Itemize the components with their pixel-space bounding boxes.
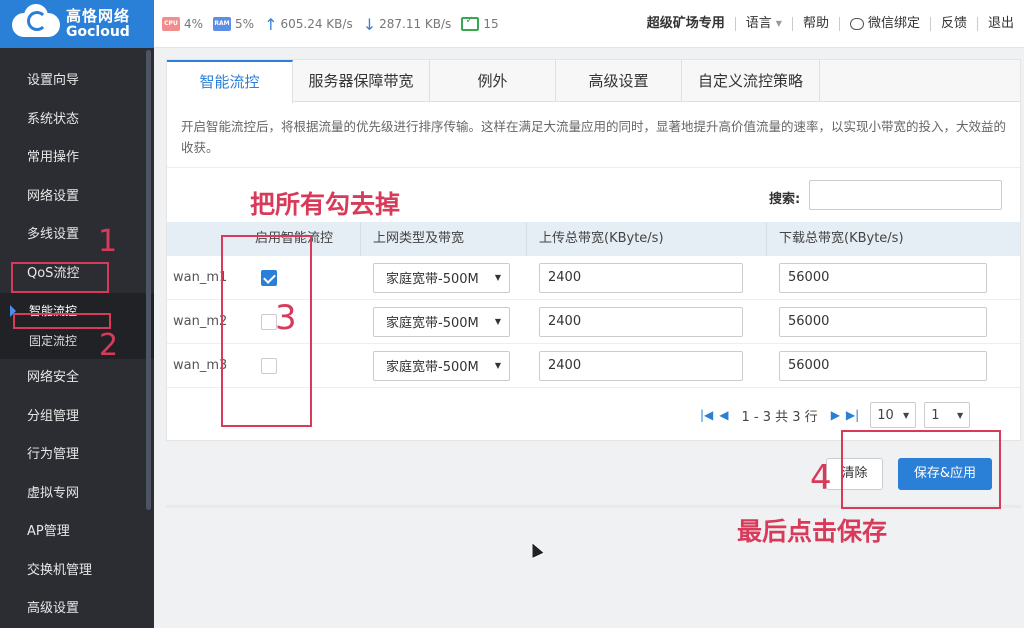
annotation-box-smart-qos	[13, 313, 111, 329]
online-devices-icon	[461, 15, 480, 31]
annotation-box-qos	[11, 262, 109, 293]
annotation-step-2: 2	[99, 328, 119, 363]
sidebar-item-system-status[interactable]: 系统状态	[0, 101, 154, 140]
page-number-value: 1	[931, 407, 940, 423]
sidebar-item-group-mgmt[interactable]: 分组管理	[0, 398, 154, 437]
dropdown-arrow-icon: ▼	[903, 410, 910, 420]
dropdown-arrow-icon: ▼	[494, 361, 501, 370]
help-link[interactable]: 帮助	[791, 17, 839, 31]
sidebar-item-multiline[interactable]: 多线设置	[0, 216, 154, 255]
tab-smart-qos[interactable]: 智能流控	[167, 60, 293, 103]
top-bar: 高恪网络 Gocloud CPU 4% RAM 5% ↑ 605.24 KB/s ↓ 2…	[0, 0, 1024, 48]
caret-down-icon: ▼	[775, 19, 782, 28]
download-bandwidth-input[interactable]: 56000	[779, 262, 987, 293]
online-devices-count: 15	[483, 17, 499, 31]
line-type-value: 家庭宽带-500M	[386, 316, 479, 331]
sidebar-item-network-settings[interactable]: 网络设置	[0, 178, 154, 217]
tab-server-bandwidth[interactable]: 服务器保障带宽	[293, 60, 430, 102]
feedback-link[interactable]: 反馈	[929, 17, 977, 31]
header-download: 下载总带宽(KByte/s)	[779, 231, 904, 246]
edition-label: 超级矿场专用	[646, 16, 725, 31]
prev-page-icon[interactable]: ◀	[719, 408, 728, 422]
dropdown-arrow-icon: ▼	[957, 410, 964, 420]
upload-bandwidth-input[interactable]: 2400	[539, 350, 743, 381]
wechat-label: 微信绑定	[867, 16, 920, 31]
search-input[interactable]	[809, 180, 1002, 210]
top-nav: 超级矿场专用 语言 ▼ 帮助 微信绑定 反馈 退出	[637, 0, 1024, 48]
tab-custom-policy[interactable]: 自定义流控策略	[682, 60, 820, 102]
dropdown-arrow-icon: ▼	[494, 317, 501, 326]
header-type: 上网类型及带宽	[361, 222, 527, 256]
ram-icon: RAM	[213, 17, 232, 31]
sidebar-item-setup-wizard[interactable]: 设置向导	[0, 62, 154, 101]
download-bandwidth-input[interactable]: 56000	[779, 306, 987, 337]
language-menu[interactable]: 语言 ▼	[734, 16, 792, 31]
pagination: |◀ ◀ 1 - 3 共 3 行 ▶ ▶| 10 ▼ 1 ▼	[697, 402, 971, 428]
ram-usage: 5%	[235, 17, 255, 31]
download-rate: 287.11 KB/s	[379, 17, 452, 31]
sidebar-item-ap-mgmt[interactable]: AP管理	[0, 513, 154, 552]
upload-rate: 605.24 KB/s	[280, 17, 353, 31]
search-label: 搜索:	[769, 192, 801, 207]
header-upload: 上传总带宽(KByte/s)	[527, 222, 767, 256]
line-type-select[interactable]: 家庭宽带-500M ▼	[373, 350, 510, 381]
sidebar-item-network-security[interactable]: 网络安全	[0, 359, 154, 398]
annotation-uncheck-all: 把所有勾去掉	[250, 190, 401, 219]
mouse-cursor-icon	[525, 538, 545, 560]
logo-text-cn: 高恪网络	[66, 7, 131, 26]
upload-bandwidth-input[interactable]: 2400	[539, 306, 743, 337]
upload-arrow-icon: ↑	[264, 14, 278, 34]
wechat-bind-link[interactable]: 微信绑定	[838, 16, 930, 31]
language-label: 语言	[745, 16, 772, 31]
page-size-select[interactable]: 10 ▼	[870, 402, 917, 428]
annotation-step-1: 1	[98, 224, 118, 259]
first-page-icon[interactable]: |◀	[700, 408, 713, 422]
page-info: 1 - 3 共 3 行	[741, 409, 818, 425]
annotation-step-4: 4	[810, 458, 832, 498]
download-bandwidth-input[interactable]: 56000	[779, 350, 987, 381]
page-size-value: 10	[877, 407, 894, 423]
sidebar: 设置向导 系统状态 常用操作 网络设置 多线设置 QoS流控 智能流控 固定流控…	[0, 48, 154, 628]
system-stats: CPU 4% RAM5% ↑605.24 KB/s ↓287.11 KB/s 15	[162, 0, 509, 48]
tab-advanced[interactable]: 高级设置	[556, 60, 682, 102]
tab-exceptions[interactable]: 例外	[430, 60, 556, 102]
last-page-icon[interactable]: ▶|	[846, 408, 859, 422]
sidebar-item-switch-mgmt[interactable]: 交换机管理	[0, 552, 154, 591]
annotation-final-save: 最后点击保存	[737, 517, 888, 546]
logo-text-en: Gocloud	[66, 23, 130, 40]
annotation-step-3: 3	[275, 298, 297, 338]
logo[interactable]: 高恪网络 Gocloud	[0, 0, 154, 48]
sidebar-subitem-fixed-qos[interactable]: 固定流控	[0, 326, 154, 356]
page-number-select[interactable]: 1 ▼	[924, 402, 971, 428]
sidebar-scrollbar[interactable]	[146, 50, 151, 510]
cpu-icon: CPU	[162, 17, 180, 31]
annotation-box-save	[841, 430, 1001, 509]
line-type-value: 家庭宽带-500M	[386, 272, 479, 287]
cloud-logo-icon	[12, 4, 60, 39]
line-type-value: 家庭宽带-500M	[386, 360, 479, 375]
logout-link[interactable]: 退出	[976, 17, 1024, 31]
next-page-icon[interactable]: ▶	[831, 408, 840, 422]
wechat-icon	[849, 18, 864, 30]
sidebar-item-common-ops[interactable]: 常用操作	[0, 139, 154, 178]
sidebar-item-behavior-mgmt[interactable]: 行为管理	[0, 436, 154, 475]
sidebar-item-vpn[interactable]: 虚拟专网	[0, 475, 154, 514]
line-type-select[interactable]: 家庭宽带-500M ▼	[373, 262, 510, 293]
line-type-select[interactable]: 家庭宽带-500M ▼	[373, 306, 510, 337]
cpu-usage: 4%	[184, 17, 204, 31]
upload-bandwidth-input[interactable]: 2400	[539, 262, 743, 293]
download-arrow-icon: ↓	[362, 14, 377, 34]
annotation-box-checkboxes	[221, 235, 312, 427]
description-text: 开启智能流控后，将根据流量的优先级进行排序传输。这样在满足大流量应用的同时，显著…	[167, 102, 1020, 168]
dropdown-arrow-icon: ▼	[494, 273, 501, 282]
sidebar-item-advanced[interactable]: 高级设置	[0, 590, 154, 628]
tab-bar: 智能流控 服务器保障带宽 例外 高级设置 自定义流控策略	[167, 60, 1020, 103]
